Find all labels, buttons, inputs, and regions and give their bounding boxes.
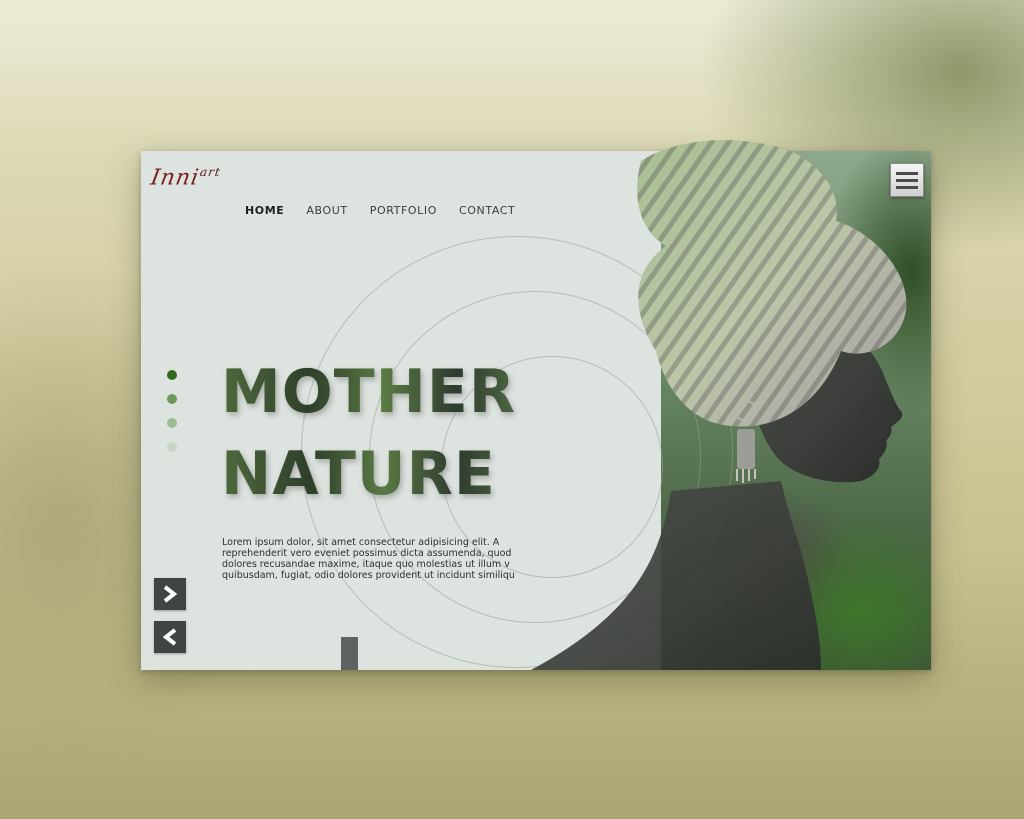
landing-page-card: Inniart HOME ABOUT PORTFOLIO CONTACT MOT… <box>141 140 931 670</box>
card-content: Inniart HOME ABOUT PORTFOLIO CONTACT MOT… <box>141 151 931 670</box>
logo[interactable]: Inniart <box>149 165 222 190</box>
main-nav: HOME ABOUT PORTFOLIO CONTACT <box>245 204 537 217</box>
pagination-dot-1[interactable] <box>167 370 177 380</box>
nav-item-about[interactable]: ABOUT <box>306 204 347 217</box>
logo-text: Inni <box>148 165 202 191</box>
hamburger-line <box>896 178 918 182</box>
nav-item-portfolio[interactable]: PORTFOLIO <box>370 204 437 217</box>
previous-slide-button[interactable] <box>154 621 186 653</box>
hero-title: MOTHER NATURE <box>221 351 516 515</box>
hero-title-line-2: NATURE <box>221 439 496 509</box>
pagination-dot-4[interactable] <box>167 442 177 452</box>
slide-pagination <box>167 370 177 452</box>
next-slide-button[interactable] <box>154 578 186 610</box>
chevron-right-icon <box>163 585 178 603</box>
nav-item-contact[interactable]: CONTACT <box>459 204 515 217</box>
hamburger-menu-icon <box>896 171 918 175</box>
pagination-dot-3[interactable] <box>167 418 177 428</box>
pagination-dot-2[interactable] <box>167 394 177 404</box>
hamburger-menu-button[interactable] <box>890 163 924 197</box>
hero-title-line-1: MOTHER <box>221 357 517 427</box>
scroll-indicator[interactable] <box>341 637 358 670</box>
hamburger-line <box>896 185 918 189</box>
nav-item-home[interactable]: HOME <box>245 204 284 217</box>
hero-description: Lorem ipsum dolor, sit amet consectetur … <box>222 536 515 581</box>
chevron-left-icon <box>162 628 177 646</box>
logo-superscript: art <box>198 165 223 179</box>
